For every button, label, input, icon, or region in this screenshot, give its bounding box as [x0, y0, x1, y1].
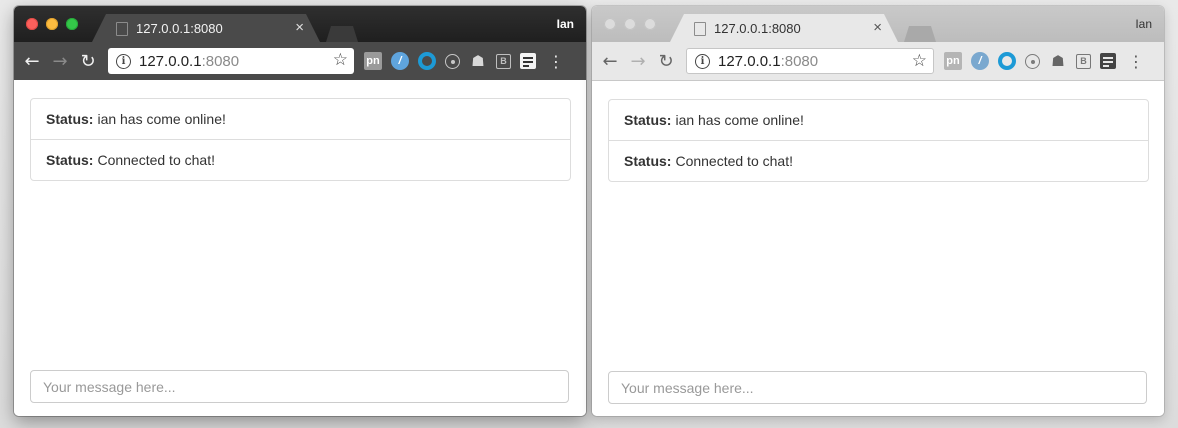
page-content: Status: ian has come online! Status: Con…	[592, 81, 1164, 416]
browser-toolbar: ← → ↻ i 127.0.0.1:8080 ☆ pn / ☗ B ⋮	[592, 42, 1164, 81]
forward-arrow-icon[interactable]: →	[624, 47, 652, 75]
title-bar: 127.0.0.1:8080 × Ian	[592, 6, 1164, 42]
page-icon	[116, 22, 128, 36]
info-icon[interactable]: i	[695, 53, 710, 69]
pn-extension-icon[interactable]: pn	[364, 52, 382, 70]
window-controls	[604, 18, 656, 30]
tab-close-icon[interactable]: ×	[873, 19, 882, 36]
url-port: :8080	[201, 52, 240, 70]
status-text: ian has come online!	[97, 111, 226, 127]
status-text: ian has come online!	[675, 112, 804, 128]
browser-tab[interactable]: 127.0.0.1:8080 ×	[92, 14, 320, 42]
back-arrow-icon[interactable]: ←	[596, 47, 624, 75]
vue-devtools-icon[interactable]: /	[971, 52, 989, 70]
list-item: Status: ian has come online!	[609, 100, 1148, 140]
title-bar: 127.0.0.1:8080 × Ian	[14, 6, 586, 42]
profile-name[interactable]: Ian	[1135, 17, 1152, 31]
robot-extension-icon[interactable]: ☗	[1049, 52, 1067, 70]
message-input[interactable]	[30, 370, 569, 403]
url-port: :8080	[780, 52, 819, 70]
window-controls	[26, 18, 78, 30]
close-window-button[interactable]	[26, 18, 38, 30]
list-item: Status: ian has come online!	[31, 99, 570, 139]
url-host: 127.0.0.1	[718, 52, 781, 70]
new-tab-button[interactable]	[904, 26, 936, 42]
status-label: Status:	[46, 152, 94, 168]
browser-window-right: 127.0.0.1:8080 × Ian ← → ↻ i 127.0.0.1:8…	[592, 6, 1164, 416]
info-icon[interactable]: i	[116, 53, 131, 69]
list-item: Status: Connected to chat!	[609, 140, 1148, 181]
react-devtools-icon[interactable]	[1025, 53, 1040, 69]
browser-tab[interactable]: 127.0.0.1:8080 ×	[670, 14, 898, 42]
chrome-menu-icon[interactable]: ⋮	[548, 52, 564, 71]
tab-title: 127.0.0.1:8080	[714, 21, 801, 36]
b-extension-icon[interactable]: B	[496, 53, 511, 69]
status-label: Status:	[624, 112, 672, 128]
reader-extension-icon[interactable]	[520, 53, 536, 69]
back-arrow-icon[interactable]: ←	[18, 47, 46, 75]
browser-window-left: 127.0.0.1:8080 × Ian ← → ↻ i 127.0.0.1:8…	[14, 6, 586, 416]
ring-extension-icon[interactable]	[418, 52, 436, 70]
ring-extension-icon[interactable]	[998, 52, 1016, 70]
maximize-window-button[interactable]	[644, 18, 656, 30]
pn-extension-icon[interactable]: pn	[944, 52, 962, 70]
minimize-window-button[interactable]	[46, 18, 58, 30]
extensions-bar: pn / ☗ B	[944, 52, 1116, 70]
status-text: Connected to chat!	[97, 152, 215, 168]
robot-extension-icon[interactable]: ☗	[469, 52, 487, 70]
new-tab-button[interactable]	[326, 26, 358, 42]
status-list: Status: ian has come online! Status: Con…	[608, 99, 1149, 182]
reader-extension-icon[interactable]	[1100, 53, 1116, 69]
page-icon	[694, 22, 706, 36]
message-input[interactable]	[608, 371, 1147, 404]
bookmark-star-icon[interactable]: ☆	[333, 50, 348, 70]
b-extension-icon[interactable]: B	[1076, 53, 1091, 69]
browser-toolbar: ← → ↻ i 127.0.0.1:8080 ☆ pn / ☗ B ⋮	[14, 42, 586, 80]
forward-arrow-icon[interactable]: →	[46, 47, 74, 75]
react-devtools-icon[interactable]	[445, 53, 460, 69]
reload-icon[interactable]: ↻	[74, 47, 102, 75]
url-host: 127.0.0.1	[139, 52, 202, 70]
vue-devtools-icon[interactable]: /	[391, 52, 409, 70]
address-bar[interactable]: i 127.0.0.1:8080 ☆	[108, 48, 354, 74]
status-text: Connected to chat!	[675, 153, 793, 169]
reload-icon[interactable]: ↻	[652, 47, 680, 75]
page-content: Status: ian has come online! Status: Con…	[14, 80, 586, 416]
tab-title: 127.0.0.1:8080	[136, 21, 223, 36]
address-bar[interactable]: i 127.0.0.1:8080 ☆	[686, 48, 934, 74]
extensions-bar: pn / ☗ B	[364, 52, 536, 70]
status-list: Status: ian has come online! Status: Con…	[30, 98, 571, 181]
chrome-menu-icon[interactable]: ⋮	[1128, 52, 1144, 71]
bookmark-star-icon[interactable]: ☆	[912, 51, 927, 71]
maximize-window-button[interactable]	[66, 18, 78, 30]
tab-close-icon[interactable]: ×	[295, 19, 304, 36]
status-label: Status:	[46, 111, 94, 127]
minimize-window-button[interactable]	[624, 18, 636, 30]
list-item: Status: Connected to chat!	[31, 139, 570, 180]
status-label: Status:	[624, 153, 672, 169]
profile-name[interactable]: Ian	[557, 17, 574, 31]
close-window-button[interactable]	[604, 18, 616, 30]
